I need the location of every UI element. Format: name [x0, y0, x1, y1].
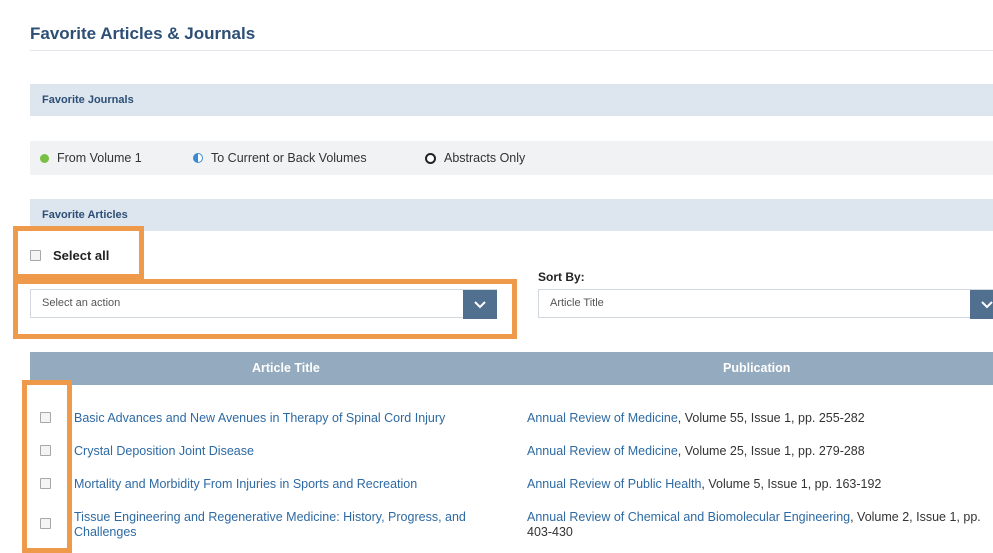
highlight-box-action-select [13, 279, 517, 339]
open-circle-icon [425, 152, 436, 164]
journal-link[interactable]: Annual Review of Medicine [527, 411, 678, 425]
legend-item-current-or-back: To Current or Back Volumes [193, 151, 367, 165]
journal-link[interactable]: Annual Review of Medicine [527, 444, 678, 458]
article-title-link[interactable]: Tissue Engineering and Regenerative Medi… [74, 510, 504, 540]
publication-details: , Volume 25, Issue 1, pp. 279-288 [677, 444, 865, 458]
article-title-link[interactable]: Crystal Deposition Joint Disease [74, 444, 504, 459]
legend-label: From Volume 1 [57, 151, 142, 165]
title-divider [30, 50, 993, 51]
journal-link[interactable]: Annual Review of Public Health [527, 477, 701, 491]
legend-item-from-volume-1: From Volume 1 [40, 151, 142, 165]
legend-label: Abstracts Only [444, 151, 526, 165]
publication-info: Annual Review of Medicine, Volume 55, Is… [527, 411, 987, 426]
journal-link[interactable]: Annual Review of Chemical and Biomolecul… [527, 510, 850, 524]
half-filled-dot-icon [193, 153, 203, 163]
column-header-article-title[interactable]: Article Title [252, 361, 320, 375]
access-legend: From Volume 1 To Current or Back Volumes… [30, 141, 993, 175]
sort-by-label: Sort By: [538, 270, 585, 284]
publication-info: Annual Review of Chemical and Biomolecul… [527, 510, 987, 540]
legend-item-abstracts-only: Abstracts Only [425, 151, 525, 165]
sort-select[interactable]: Article Title [538, 289, 993, 319]
table-header: Article Title Publication [30, 352, 993, 385]
favorite-journals-header: Favorite Journals [30, 84, 993, 116]
publication-details: , Volume 55, Issue 1, pp. 255-282 [677, 411, 865, 425]
article-title-link[interactable]: Mortality and Morbidity From Injuries in… [74, 477, 504, 492]
publication-details: , Volume 5, Issue 1, pp. 163-192 [701, 477, 882, 491]
chevron-down-icon [981, 301, 993, 309]
green-dot-icon [40, 153, 49, 163]
favorite-articles-heading: Favorite Articles [42, 209, 128, 221]
sort-select-value: Article Title [550, 297, 604, 309]
publication-info: Annual Review of Public Health, Volume 5… [527, 477, 987, 492]
article-title-link[interactable]: Basic Advances and New Avenues in Therap… [74, 411, 504, 426]
column-header-publication[interactable]: Publication [723, 361, 790, 375]
favorite-articles-header: Favorite Articles [30, 199, 993, 231]
highlight-box-select-all [13, 226, 144, 279]
publication-info: Annual Review of Medicine, Volume 25, Is… [527, 444, 987, 459]
sort-select-toggle[interactable] [970, 290, 993, 319]
highlight-box-row-checkboxes [22, 380, 72, 553]
legend-label: To Current or Back Volumes [211, 151, 367, 165]
page-title: Favorite Articles & Journals [30, 24, 256, 43]
favorite-journals-heading: Favorite Journals [42, 94, 134, 106]
